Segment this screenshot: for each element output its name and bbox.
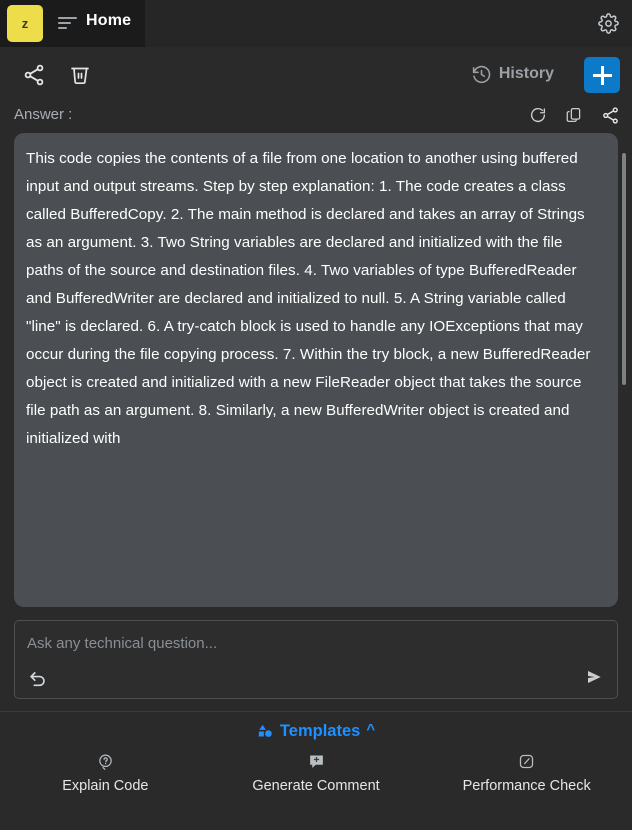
plus-icon-bar	[592, 73, 612, 77]
answer-label: Answer :	[14, 106, 73, 123]
answer-text: This code copies the contents of a file …	[26, 150, 591, 447]
gear-icon	[597, 12, 619, 34]
trash-icon	[71, 67, 89, 85]
hamburger-line	[58, 22, 71, 24]
share-conversation-button[interactable]	[20, 61, 48, 89]
question-input-placeholder: Ask any technical question...	[27, 635, 218, 652]
answer-scrollbar[interactable]	[621, 149, 627, 607]
templates-label: Templates	[279, 722, 361, 740]
share-icon	[24, 64, 44, 86]
history-label: History	[498, 65, 554, 82]
app-logo-text: z	[21, 16, 29, 31]
shortcut-label: Explain Code	[62, 778, 149, 794]
refresh-icon	[530, 108, 546, 123]
clock-rewind-icon	[472, 65, 491, 83]
copy-answer-button[interactable]	[564, 105, 584, 125]
answer-text-box[interactable]: This code copies the contents of a file …	[14, 133, 618, 607]
send-button[interactable]	[581, 665, 607, 689]
shortcut-explain-code[interactable]: Explain Code	[0, 752, 211, 794]
home-tab-label: Home	[86, 12, 132, 29]
share-answer-button[interactable]	[600, 105, 620, 125]
answer-header: Answer :	[0, 102, 632, 133]
question-input-container[interactable]: Ask any technical question...	[14, 620, 618, 699]
title-bar: z Home	[0, 0, 632, 47]
share-icon	[602, 106, 618, 124]
shapes-icon	[258, 724, 272, 737]
undo-arrow-icon	[30, 672, 45, 687]
history-button[interactable]: History	[471, 60, 554, 88]
comment-plus-icon	[307, 752, 325, 770]
shortcut-performance-check[interactable]: Performance Check	[421, 752, 632, 794]
shortcut-label: Generate Comment	[252, 778, 380, 794]
copy-icon	[566, 107, 581, 123]
comment-plus-glyph	[309, 754, 323, 768]
shortcut-list: Explain Code Generate Comment Performanc…	[0, 752, 632, 794]
delete-conversation-button[interactable]	[66, 60, 94, 89]
hamburger-icon[interactable]	[58, 17, 77, 30]
gauge-icon	[518, 752, 536, 770]
question-bubble-icon	[96, 752, 114, 770]
answer-actions	[528, 105, 620, 125]
hamburger-line	[58, 27, 67, 29]
footer-toolbar: Templates ^ Explain Code Generate Commen…	[0, 712, 632, 830]
chevron-up-icon: ^	[366, 721, 376, 738]
undo-button[interactable]	[25, 664, 51, 690]
app-root: z Home History Answer: This code copies…	[0, 0, 632, 830]
shortcut-generate-comment[interactable]: Generate Comment	[211, 752, 422, 794]
settings-button[interactable]	[594, 9, 622, 37]
shortcut-label: Performance Check	[462, 778, 591, 794]
send-arrow-icon	[588, 671, 601, 683]
answer-region: This code copies the contents of a file …	[14, 133, 626, 607]
templates-button[interactable]: Templates ^	[0, 722, 632, 741]
hamburger-line	[58, 17, 77, 19]
regenerate-button[interactable]	[528, 105, 548, 125]
answer-scrollbar-thumb[interactable]	[622, 153, 626, 385]
app-logo: z	[7, 5, 43, 42]
new-chat-button[interactable]	[584, 57, 620, 93]
action-bar: History	[0, 47, 632, 102]
